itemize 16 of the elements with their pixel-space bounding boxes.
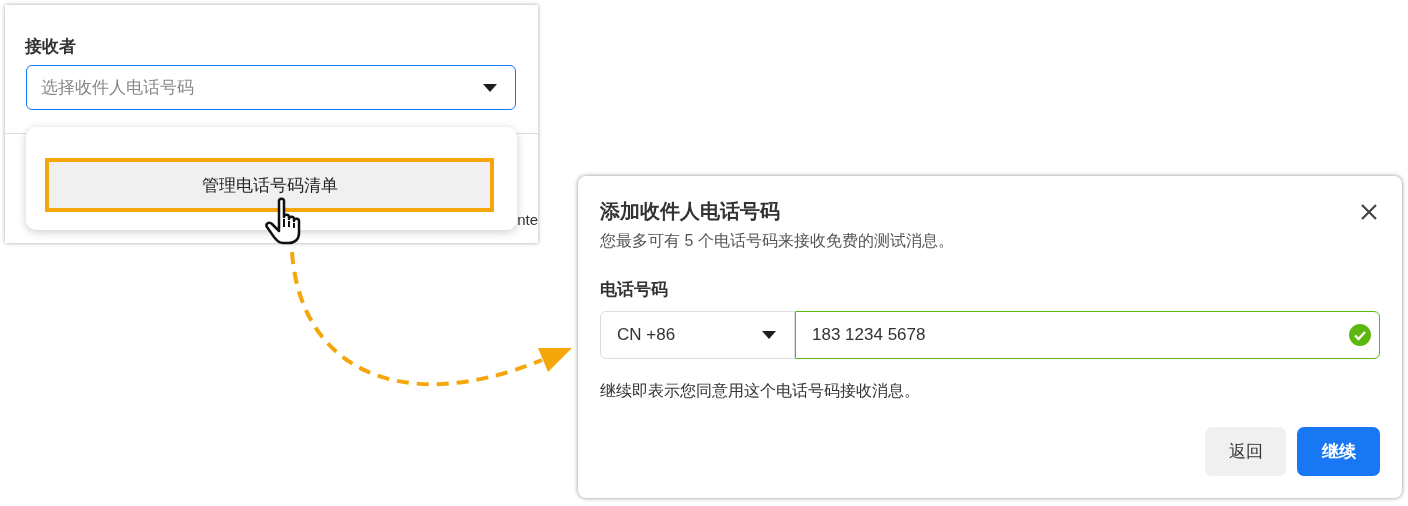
continue-button[interactable]: 继续 — [1297, 427, 1380, 476]
back-button[interactable]: 返回 — [1205, 427, 1286, 476]
partial-text: nte — [517, 211, 538, 228]
caret-icon — [483, 83, 497, 92]
consent-text: 继续即表示您同意用这个电话号码接收消息。 — [600, 381, 921, 401]
country-code-select[interactable]: CN +86 — [600, 311, 795, 359]
field-label: 电话号码 — [600, 279, 669, 301]
field-label: 接收者 — [25, 36, 76, 58]
menu-item[interactable]: 管理电话号码清单 — [45, 158, 494, 212]
dialog-subtitle: 您最多可有 5 个电话号码来接收免费的测试消息。 — [600, 231, 955, 251]
check-icon — [1349, 324, 1371, 346]
recipient-select[interactable]: 选择收件人电话号码 — [26, 65, 516, 110]
dialog-title: 添加收件人电话号码 — [600, 199, 780, 224]
phone-input[interactable]: 183 1234 5678 — [795, 311, 1380, 359]
caret-icon — [762, 331, 776, 339]
close-icon[interactable] — [1360, 202, 1378, 221]
